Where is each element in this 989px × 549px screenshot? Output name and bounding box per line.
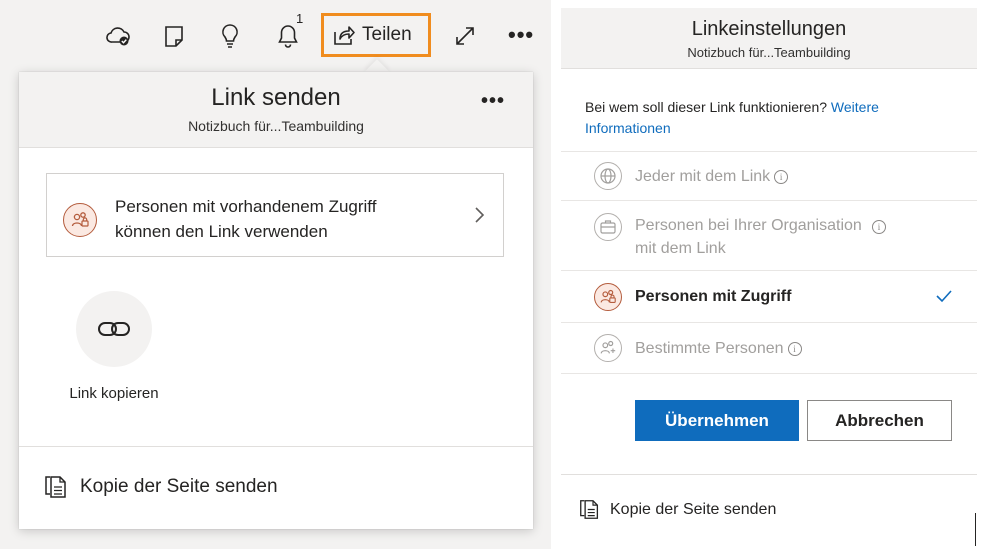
people-with-access-icon [63,203,97,237]
dialog-more-options-icon[interactable]: ••• [481,90,505,113]
dialog-header: Link senden Notizbuch für...Teambuilding… [19,72,533,148]
lightbulb-icon[interactable] [216,22,244,50]
copy-link-button[interactable] [76,291,152,367]
panel-edge-line [975,513,976,546]
divider [19,446,533,447]
link-icon [98,322,130,336]
option-org-label: Personen bei Ihrer Organisation mit dem … [635,217,862,257]
expand-icon[interactable] [451,22,479,50]
organization-icon [594,213,622,241]
info-icon[interactable]: i [774,170,789,184]
top-toolbar: 1 Teilen ••• [0,0,551,72]
send-page-copy-label: Kopie der Seite senden [610,500,777,518]
page-copy-icon [45,476,66,498]
bell-icon[interactable] [274,22,302,50]
option-label: Jeder mit dem Link i [635,165,789,188]
info-icon[interactable]: i [787,342,802,356]
send-link-dialog: Link senden Notizbuch für...Teambuilding… [19,72,533,529]
share-button[interactable]: Teilen [321,13,431,57]
option-specific-people[interactable]: Bestimmte Personen i [561,322,977,374]
apply-button[interactable]: Übernehmen [635,400,799,441]
link-settings-panel: Linkeinstellungen Notizbuch für...Teambu… [561,8,977,549]
option-access-label: Personen mit Zugriff [635,288,792,305]
divider [561,373,977,374]
link-settings-subtitle: Notizbuch für...Teambuilding [687,45,851,60]
notebook-page-icon[interactable] [160,22,188,50]
copy-link-label: Link kopieren [69,385,159,402]
share-icon [334,26,355,45]
option-label: Bestimmte Personen i [635,337,802,360]
dialog-title: Link senden [211,84,341,111]
link-settings-title: Linkeinstellungen [691,18,847,40]
option-organization-with-link[interactable]: Personen bei Ihrer Organisation mit dem … [561,200,977,271]
dialog-subtitle: Notizbuch für...Teambuilding [188,118,364,134]
link-access-description: Personen mit vorhandenem Zugriff können … [115,197,377,241]
link-settings-header: Linkeinstellungen Notizbuch für...Teambu… [561,8,977,69]
divider [561,474,977,475]
option-anyone-label: Jeder mit dem Link [635,168,771,185]
cancel-button[interactable]: Abbrechen [807,400,952,441]
info-icon[interactable]: i [872,220,886,234]
send-page-copy-button[interactable]: Kopie der Seite senden [579,498,776,521]
cloud-sync-icon[interactable] [104,22,132,50]
option-people-with-access[interactable]: Personen mit Zugriff [561,270,977,323]
send-page-copy-button[interactable]: Kopie der Seite senden [44,474,278,500]
globe-icon [594,162,622,190]
chevron-right-icon [475,207,485,223]
checkmark-icon [936,290,952,303]
option-specific-label: Bestimmte Personen [635,340,784,357]
specific-people-icon [594,334,622,362]
notification-count-badge: 1 [296,11,304,26]
question-text: Bei wem soll dieser Link funktionieren? [585,99,828,115]
people-with-access-icon [594,283,622,311]
send-page-copy-label: Kopie der Seite senden [80,476,278,497]
share-button-label: Teilen [362,24,412,45]
link-audience-question: Bei wem soll dieser Link funktionieren? … [585,97,885,139]
option-anyone-with-link[interactable]: Jeder mit dem Link i [561,151,977,201]
link-access-setting-button[interactable]: Personen mit vorhandenem Zugriff können … [46,173,504,257]
more-options-icon[interactable]: ••• [508,22,534,48]
page-copy-icon [580,500,599,519]
